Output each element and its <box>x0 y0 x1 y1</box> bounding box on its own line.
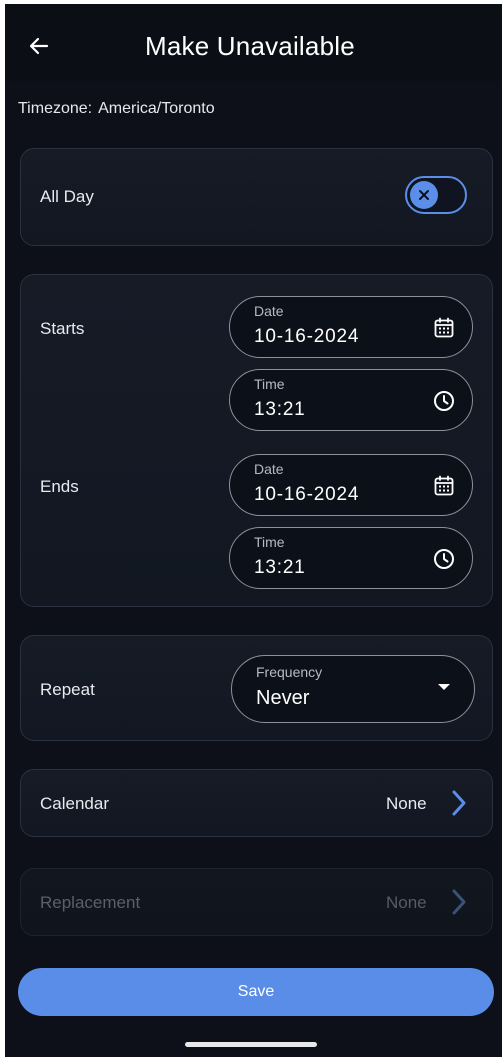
timezone-value: America/Toronto <box>98 100 215 117</box>
timezone-label: Timezone: <box>18 100 93 117</box>
close-icon <box>419 190 429 200</box>
ends-time-label: Time <box>254 534 285 550</box>
ends-time-value: 13:21 <box>254 557 306 578</box>
calendar-row[interactable]: Calendar None <box>20 769 493 837</box>
starts-date-field[interactable]: Date 10-16-2024 <box>229 296 473 358</box>
starts-time-label: Time <box>254 376 285 392</box>
starts-date-value: 10-16-2024 <box>254 326 360 347</box>
chevron-right-icon <box>452 889 466 915</box>
calendar-value: None <box>386 794 427 813</box>
starts-date-label: Date <box>254 303 284 319</box>
ends-date-value: 10-16-2024 <box>254 484 360 505</box>
all-day-card: All Day <box>20 148 493 246</box>
back-button[interactable] <box>19 26 59 66</box>
starts-time-value: 13:21 <box>254 399 306 420</box>
starts-time-field[interactable]: Time 13:21 <box>229 369 473 431</box>
screen: Make Unavailable Timezone: America/Toront… <box>5 4 502 1057</box>
all-day-toggle[interactable] <box>405 176 467 214</box>
frequency-select[interactable]: Frequency Never <box>231 655 475 723</box>
replacement-label: Replacement <box>40 893 141 912</box>
replacement-row: Replacement None <box>20 868 493 936</box>
repeat-label: Repeat <box>40 680 95 699</box>
all-day-label: All Day <box>40 187 94 206</box>
clock-icon[interactable] <box>432 547 456 571</box>
replacement-value: None <box>386 893 427 912</box>
save-button[interactable]: Save <box>18 968 494 1016</box>
ends-date-label: Date <box>254 461 284 477</box>
ends-label: Ends <box>40 477 79 496</box>
timezone-row: Timezone: America/Toronto <box>18 100 215 118</box>
starts-label: Starts <box>40 319 85 338</box>
calendar-icon[interactable] <box>432 316 456 340</box>
frequency-label: Frequency <box>256 664 323 680</box>
page-title: Make Unavailable <box>145 31 355 61</box>
dropdown-arrow-icon <box>438 684 450 690</box>
app-bar: Make Unavailable <box>5 4 502 81</box>
home-indicator[interactable] <box>185 1042 317 1047</box>
repeat-card: Repeat Frequency Never <box>20 635 493 741</box>
date-range-card: Starts Date 10-16-2024 Time 13:21 Ends D… <box>20 274 493 607</box>
chevron-right-icon[interactable] <box>449 789 469 817</box>
toggle-knob <box>410 181 438 209</box>
arrow-left-icon <box>29 37 49 55</box>
ends-date-field[interactable]: Date 10-16-2024 <box>229 454 473 516</box>
calendar-icon[interactable] <box>432 474 456 498</box>
ends-time-field[interactable]: Time 13:21 <box>229 527 473 589</box>
frequency-value: Never <box>256 687 310 709</box>
clock-icon[interactable] <box>432 389 456 413</box>
calendar-label: Calendar <box>40 794 109 813</box>
